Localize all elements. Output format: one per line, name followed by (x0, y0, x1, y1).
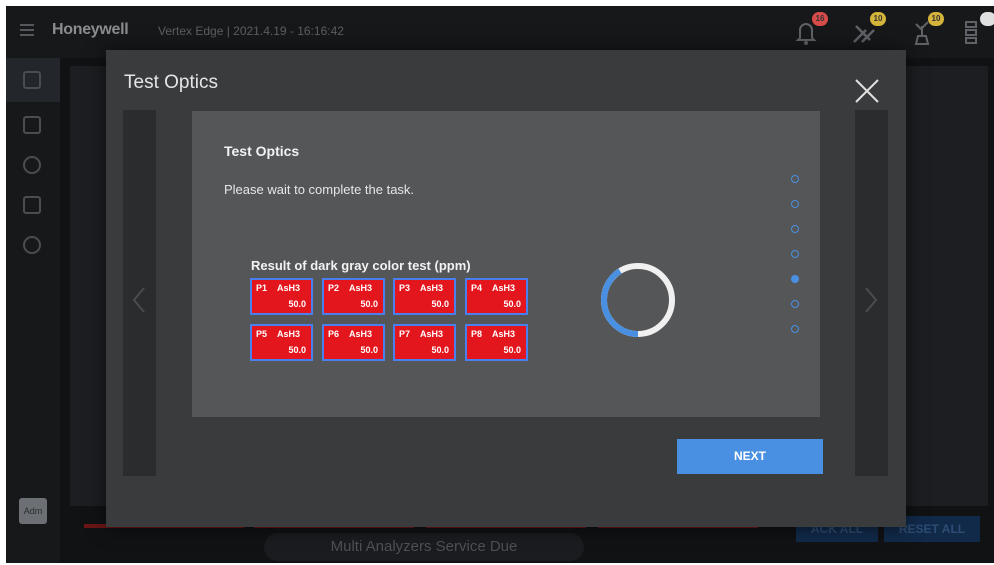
result-port: P8 (471, 329, 483, 339)
result-value: 50.0 (431, 299, 449, 309)
chevron-right-icon (865, 287, 878, 313)
step-dot-active (791, 275, 799, 283)
dashboard-icon[interactable] (23, 71, 41, 89)
test-optics-dialog: Test Optics Test Optics Please wait to c… (106, 50, 906, 527)
result-value: 50.0 (503, 345, 521, 355)
result-gas: AsH3 (277, 283, 301, 293)
help-icon[interactable] (23, 236, 41, 254)
step-dot (791, 175, 799, 183)
step-dot (791, 300, 799, 308)
wrench-badge: 10 (870, 12, 886, 26)
result-gas: AsH3 (420, 329, 444, 339)
bg-card-right (906, 66, 988, 506)
left-rail: Adm (6, 58, 60, 563)
user-avatar[interactable]: Adm (19, 498, 47, 524)
dialog-content: Test Optics Please wait to complete the … (192, 111, 820, 417)
step-dot (791, 225, 799, 233)
config-icon[interactable] (23, 196, 41, 214)
menu-icon[interactable] (20, 24, 34, 36)
next-button[interactable]: NEXT (677, 439, 823, 474)
result-port: P7 (399, 329, 411, 339)
app-window: Honeywell Vertex Edge | 2021.4.19 - 16:1… (6, 6, 994, 563)
step-dot (791, 325, 799, 333)
result-cell[interactable]: P6 AsH3 50.0 (322, 324, 385, 361)
bell-badge: 16 (812, 12, 828, 26)
list-settings-icon[interactable] (960, 12, 994, 48)
result-gas: AsH3 (349, 329, 373, 339)
result-value: 50.0 (360, 345, 378, 355)
result-cell[interactable]: P4 AsH3 50.0 (465, 278, 528, 315)
content-title: Test Optics (224, 143, 300, 159)
system-info: Vertex Edge | 2021.4.19 - 16:16:42 (158, 24, 344, 38)
step-dot (791, 250, 799, 258)
result-value: 50.0 (431, 345, 449, 355)
dialog-title: Test Optics (124, 72, 218, 93)
prev-panel[interactable] (123, 110, 156, 476)
result-cell[interactable]: P7 AsH3 50.0 (393, 324, 456, 361)
result-gas: AsH3 (277, 329, 301, 339)
result-value: 50.0 (288, 299, 306, 309)
loading-spinner-icon (600, 263, 675, 337)
result-gas: AsH3 (349, 283, 373, 293)
result-gas: AsH3 (492, 329, 516, 339)
status-message: Please wait to complete the task. (224, 182, 415, 197)
brand-logo: Honeywell (52, 21, 129, 38)
result-gas: AsH3 (492, 283, 516, 293)
bell-icon[interactable]: 16 (790, 12, 828, 48)
result-cell[interactable]: P1 AsH3 50.0 (250, 278, 313, 315)
result-value: 50.0 (503, 299, 521, 309)
result-cell[interactable]: P5 AsH3 50.0 (250, 324, 313, 361)
plant-badge: 10 (928, 12, 944, 26)
close-icon[interactable] (850, 74, 884, 108)
next-panel[interactable] (855, 110, 888, 476)
result-value: 50.0 (360, 299, 378, 309)
service-due-banner[interactable]: Multi Analyzers Service Due (264, 533, 584, 561)
result-port: P5 (256, 329, 268, 339)
result-port: P1 (256, 283, 268, 293)
list-settings-badge (980, 12, 994, 26)
chevron-left-icon (132, 287, 145, 313)
step-dot (791, 200, 799, 208)
bg-card-left (70, 66, 110, 506)
result-port: P6 (328, 329, 340, 339)
result-port: P4 (471, 283, 483, 293)
report-icon[interactable] (23, 116, 41, 134)
result-port: P3 (399, 283, 411, 293)
settings-icon[interactable] (23, 156, 41, 174)
result-title: Result of dark gray color test (ppm) (251, 258, 471, 273)
result-port: P2 (328, 283, 340, 293)
plant-icon[interactable]: 10 (906, 12, 944, 48)
result-cell[interactable]: P8 AsH3 50.0 (465, 324, 528, 361)
result-cell[interactable]: P2 AsH3 50.0 (322, 278, 385, 315)
wrench-icon[interactable]: 10 (848, 12, 886, 48)
result-cell[interactable]: P3 AsH3 50.0 (393, 278, 456, 315)
result-value: 50.0 (288, 345, 306, 355)
result-gas: AsH3 (420, 283, 444, 293)
